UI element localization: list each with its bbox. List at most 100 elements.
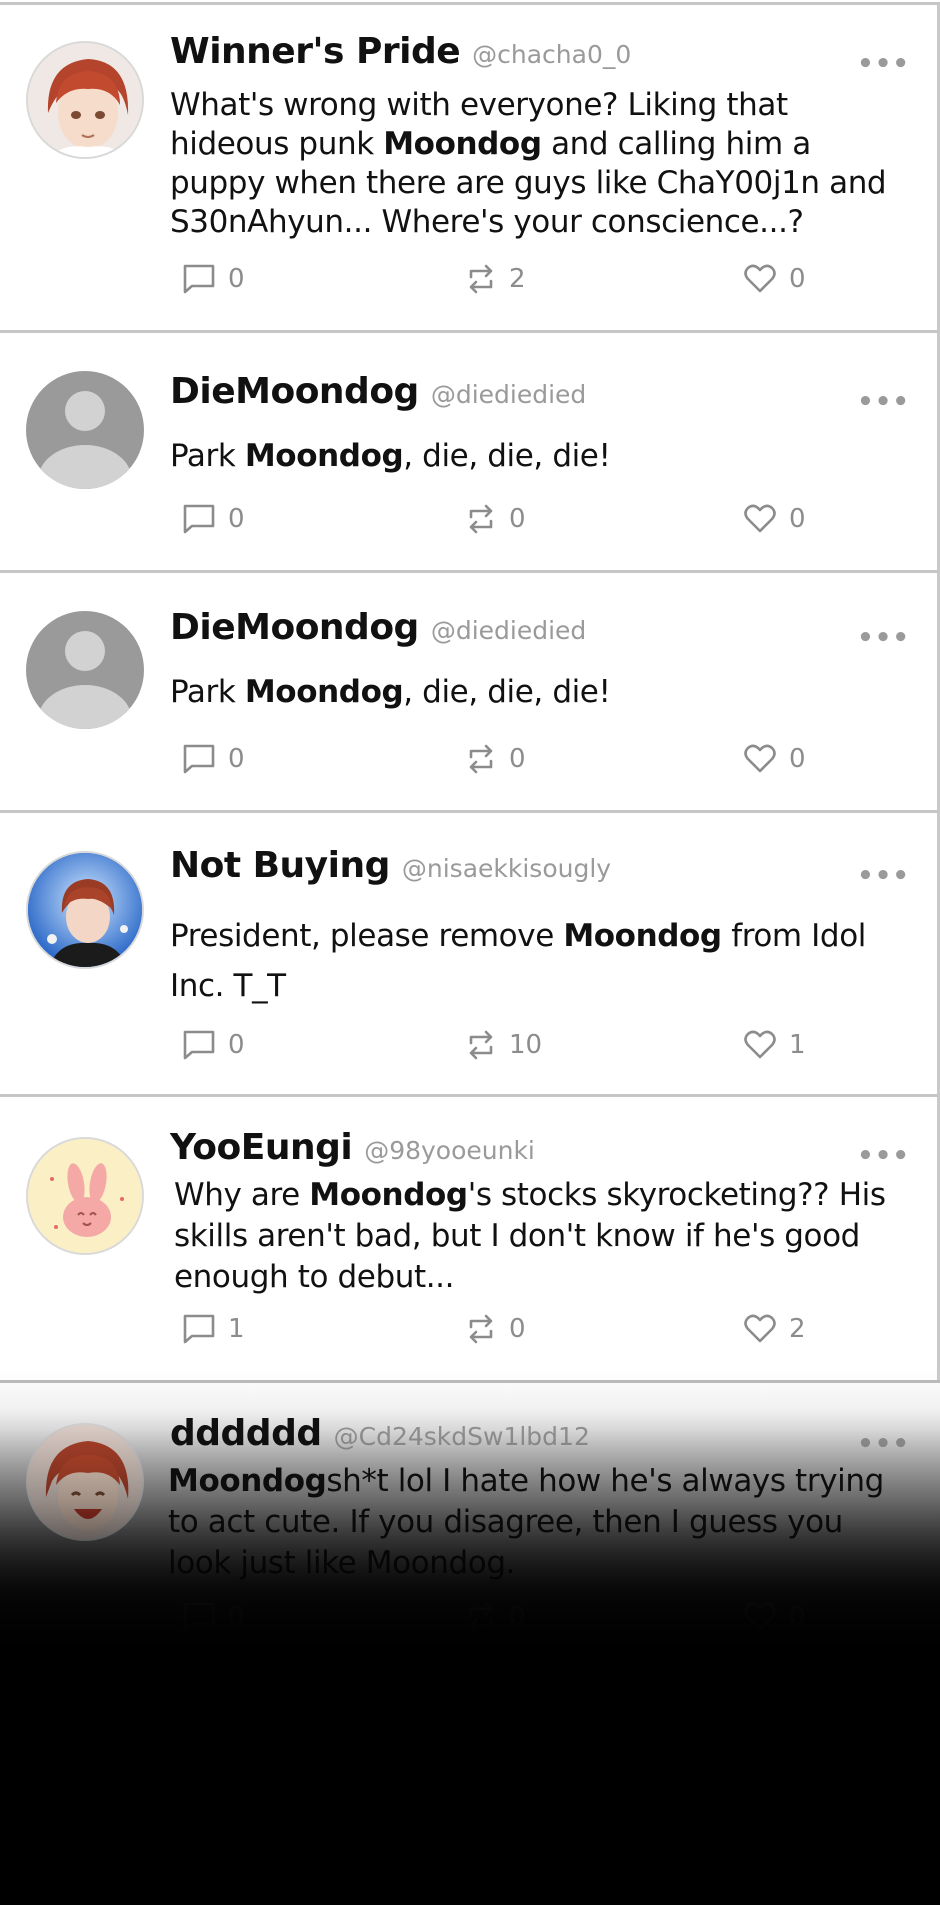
more-options-icon[interactable]: ••• [857, 1141, 910, 1171]
like-count: 0 [789, 264, 806, 294]
post-text: What's wrong with everyone? Liking that … [170, 86, 900, 242]
action-bar: 0 0 0 [0, 503, 940, 543]
display-name[interactable]: DieMoondog [170, 607, 419, 648]
reply-count: 0 [228, 504, 245, 534]
laughing-boy-avatar [28, 1425, 142, 1539]
post-text-part: , die, die, die! [403, 438, 611, 474]
post-card[interactable]: dddddd @Cd24skdSw1lbd12 ••• Moondogsh*t l… [0, 1380, 940, 1680]
more-options-icon[interactable]: ••• [857, 387, 910, 417]
action-bar: 0 2 0 [0, 263, 940, 303]
post-text: Park Moondog, die, die, die! [170, 673, 900, 712]
heart-icon [744, 504, 776, 533]
avatar[interactable] [26, 611, 144, 729]
avatar[interactable] [26, 851, 144, 969]
reply-button[interactable]: 0 [182, 1601, 245, 1633]
reply-button[interactable]: 0 [182, 1029, 245, 1061]
avatar[interactable] [26, 371, 144, 489]
reply-button[interactable]: 1 [182, 1313, 245, 1345]
retweet-button[interactable]: 2 [465, 263, 526, 295]
post-text: Why are Moondog's stocks skyrocketing?? … [174, 1175, 904, 1298]
more-options-icon[interactable]: ••• [857, 861, 910, 891]
retweet-icon [469, 264, 493, 294]
user-handle[interactable]: @98yooeunki [364, 1136, 535, 1165]
pink-bunny-avatar [28, 1139, 142, 1253]
retweet-count: 2 [509, 264, 526, 294]
action-bar: 0 0 0 [0, 743, 940, 783]
more-options-icon[interactable]: ••• [857, 1429, 910, 1459]
mention-text: Moondog [309, 1177, 468, 1213]
like-count: 0 [789, 744, 806, 774]
retweet-icon [469, 504, 493, 534]
heart-icon [744, 1030, 776, 1059]
heart-icon [744, 1314, 776, 1343]
display-name[interactable]: DieMoondog [170, 371, 419, 412]
user-handle[interactable]: @diediedied [431, 380, 586, 409]
user-handle[interactable]: @diediedied [431, 616, 586, 645]
idol-portrait-avatar [28, 853, 142, 967]
reply-count: 0 [228, 744, 245, 774]
action-bar: 0 0 0 [0, 1601, 940, 1641]
like-count: 1 [789, 1030, 806, 1060]
more-options-icon[interactable]: ••• [857, 623, 910, 653]
retweet-count: 0 [509, 1314, 526, 1344]
like-button[interactable]: 1 [743, 1029, 806, 1061]
reply-icon [183, 1314, 215, 1344]
retweet-icon [469, 1602, 493, 1632]
display-name[interactable]: Not Buying [170, 845, 390, 886]
reply-icon [183, 1030, 215, 1060]
display-name[interactable]: YooEungi [170, 1127, 353, 1168]
display-name[interactable]: Winner's Pride [170, 31, 461, 72]
retweet-button[interactable]: 0 [465, 1601, 526, 1633]
retweet-button[interactable]: 0 [465, 743, 526, 775]
like-button[interactable]: 0 [743, 743, 806, 775]
user-handle[interactable]: @Cd24skdSw1lbd12 [334, 1422, 590, 1451]
user-handle[interactable]: @nisaekkisougly [402, 854, 611, 883]
mention-text: Moondog [244, 674, 404, 710]
mention-text: Moondog [383, 126, 542, 162]
mention-text: Moondog [244, 438, 404, 474]
post-card[interactable]: DieMoondog @diediedied ••• Park Moondog, … [0, 330, 940, 572]
avatar[interactable] [26, 1137, 144, 1255]
more-options-icon[interactable]: ••• [857, 49, 910, 79]
post-text-part: President, please remove [170, 918, 564, 954]
avatar[interactable] [26, 1423, 144, 1541]
retweet-button[interactable]: 0 [465, 503, 526, 535]
heart-icon [744, 744, 776, 773]
post-text-part: Why are [174, 1177, 310, 1213]
post-text-part: Park [170, 438, 245, 474]
avatar-body [38, 445, 132, 489]
like-count: 0 [789, 1602, 806, 1632]
default-user-avatar [65, 631, 105, 671]
post-text: Moondogsh*t lol I hate how he's always t… [168, 1461, 898, 1584]
reply-icon [183, 1602, 215, 1632]
reply-button[interactable]: 0 [182, 263, 245, 295]
name-line: YooEungi @98yooeunki [170, 1127, 535, 1168]
post-text: President, please remove Moondog from Id… [170, 911, 900, 1011]
like-button[interactable]: 0 [743, 503, 806, 535]
retweet-icon [469, 1314, 493, 1344]
heart-icon [744, 264, 776, 293]
like-button[interactable]: 2 [743, 1313, 806, 1345]
display-name[interactable]: dddddd [170, 1413, 322, 1454]
name-line: Not Buying @nisaekkisougly [170, 845, 611, 886]
retweet-button[interactable]: 0 [465, 1313, 526, 1345]
like-button[interactable]: 0 [743, 263, 806, 295]
post-card[interactable]: Winner's Pride @chacha0_0 ••• What's wron… [0, 2, 940, 332]
like-count: 0 [789, 504, 806, 534]
reply-icon [183, 744, 215, 774]
heart-icon [744, 1602, 776, 1631]
like-button[interactable]: 0 [743, 1601, 806, 1633]
avatar[interactable] [26, 41, 144, 159]
post-card[interactable]: Not Buying @nisaekkisougly ••• President,… [0, 810, 940, 1096]
user-handle[interactable]: @chacha0_0 [472, 40, 631, 69]
reply-button[interactable]: 0 [182, 503, 245, 535]
red-hair-boy-avatar [28, 43, 142, 157]
reply-icon [183, 264, 215, 294]
retweet-button[interactable]: 10 [465, 1029, 542, 1061]
mention-text: Moondog [168, 1463, 327, 1499]
post-card[interactable]: DieMoondog @diediedied ••• Park Moondog, … [0, 570, 940, 812]
name-line: Winner's Pride @chacha0_0 [170, 31, 631, 72]
post-text-part: Park [170, 674, 245, 710]
post-card[interactable]: YooEungi @98yooeunki ••• Why are Moondog'… [0, 1094, 940, 1382]
reply-button[interactable]: 0 [182, 743, 245, 775]
